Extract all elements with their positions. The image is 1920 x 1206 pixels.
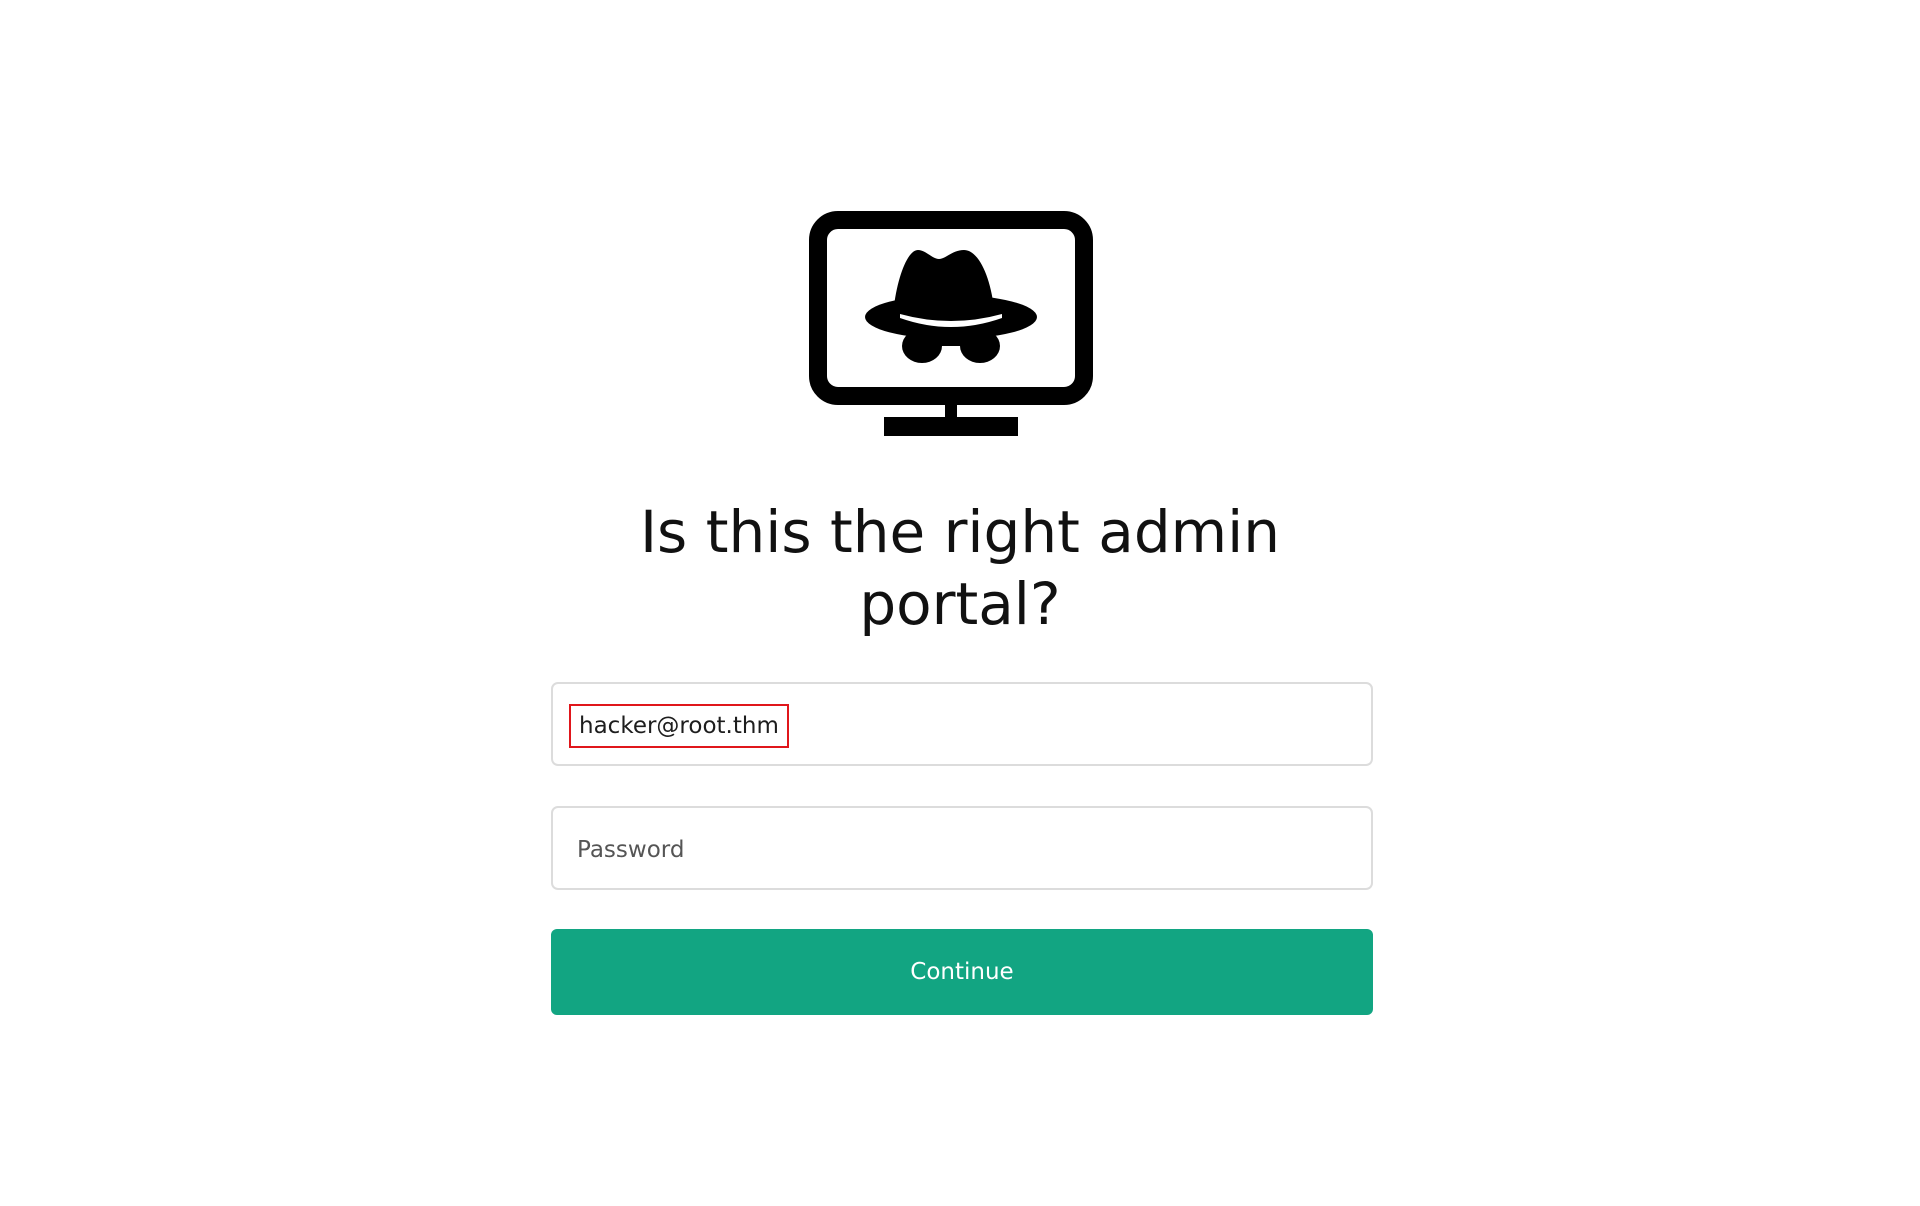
- login-page: Is this the right admin portal? hacker@r…: [0, 0, 1920, 1206]
- page-title: Is this the right admin portal?: [639, 498, 1281, 638]
- glasses-bridge: [939, 338, 963, 346]
- password-field[interactable]: Password: [551, 806, 1373, 890]
- email-field-value: hacker@root.thm: [569, 704, 789, 748]
- monitor-hacker-icon: [809, 211, 1093, 436]
- continue-button[interactable]: Continue: [551, 929, 1373, 1015]
- monitor-stand-neck: [945, 396, 957, 420]
- hat-brim: [865, 295, 1037, 339]
- glasses-left-lens: [902, 329, 942, 363]
- monitor-stand-base: [884, 417, 1018, 436]
- glasses-right-lens: [960, 329, 1000, 363]
- password-field-placeholder: Password: [577, 837, 685, 863]
- email-field[interactable]: hacker@root.thm: [551, 682, 1373, 766]
